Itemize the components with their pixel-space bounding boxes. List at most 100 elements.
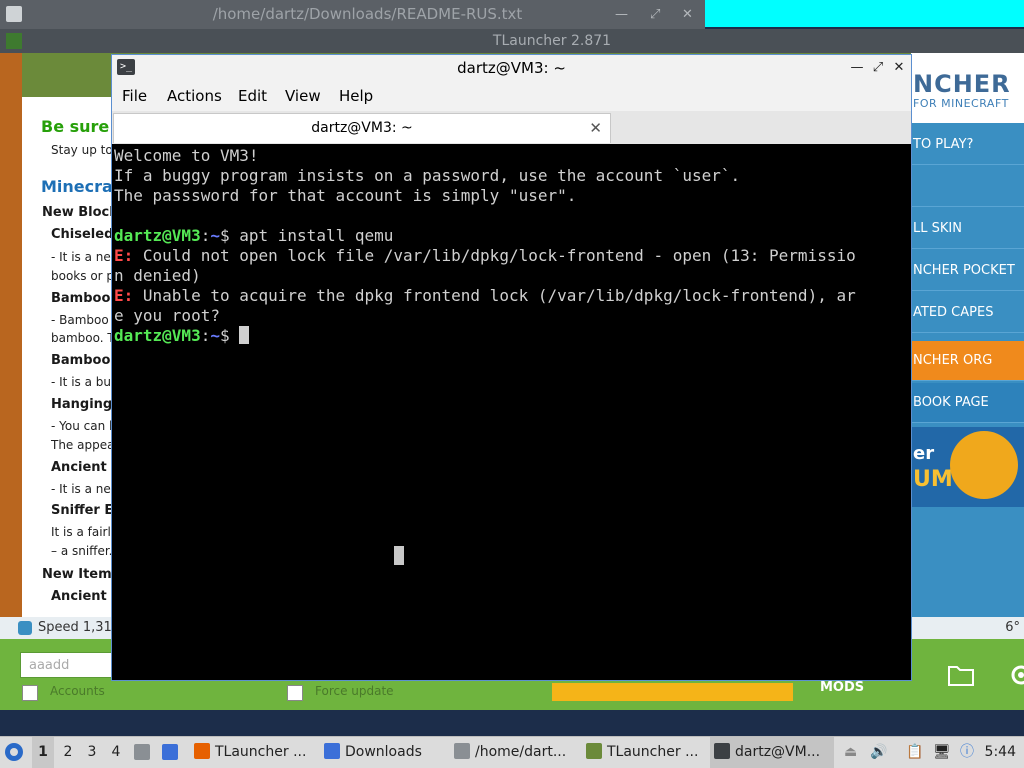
- workspace-3[interactable]: 3: [81, 737, 103, 768]
- promo-banner[interactable]: er UM: [911, 427, 1024, 507]
- taskbar-item-label: TLauncher ...: [215, 744, 307, 760]
- prompt-path: ~: [210, 226, 220, 245]
- terminal-window-title: dartz@VM3: ~: [457, 59, 566, 77]
- maximize-icon[interactable]: ⤢: [868, 55, 888, 81]
- download-speed: Speed 1,31: [38, 620, 112, 635]
- workspace-4[interactable]: 4: [105, 737, 127, 768]
- motd-line: Welcome to VM3!: [114, 146, 259, 165]
- text-editor-icon: [6, 6, 22, 22]
- taskbar-clock[interactable]: 5:44: [985, 737, 1016, 768]
- side-menu-button[interactable]: ATED CAPES: [911, 293, 1024, 333]
- eject-icon[interactable]: ⏏: [844, 737, 862, 768]
- folder-icon[interactable]: [948, 664, 974, 686]
- editor-window-title: /home/dartz/Downloads/README-RUS.txt: [212, 5, 523, 23]
- mouse-text-cursor: [394, 546, 404, 565]
- username-field[interactable]: aaadd: [20, 652, 114, 678]
- text-editor-icon: [454, 743, 470, 759]
- active-prompt-line: dartz@VM3:~$: [114, 326, 904, 346]
- news-line: Minecraf: [41, 177, 120, 196]
- clipboard-icon[interactable]: 📋: [906, 737, 926, 768]
- minimize-icon[interactable]: —: [847, 55, 867, 81]
- close-icon[interactable]: ✕: [682, 0, 693, 29]
- news-line: - It is a buil: [51, 375, 118, 389]
- news-line: - You can le: [51, 419, 120, 433]
- desktop-cyan-region: [705, 0, 1024, 27]
- file-manager-launcher-icon[interactable]: [134, 737, 156, 768]
- tlauncher-titlebar[interactable]: TLauncher 2.871: [0, 29, 1024, 53]
- speed-icon: [18, 621, 32, 635]
- show-desktop-icon[interactable]: [162, 737, 186, 768]
- terminal-icon: [714, 743, 730, 759]
- accounts-checkbox[interactable]: [22, 685, 38, 701]
- menu-view[interactable]: View: [285, 81, 321, 111]
- minimize-icon[interactable]: —: [615, 0, 628, 29]
- side-menu-button[interactable]: NCHER ORG: [911, 341, 1024, 381]
- gear-icon[interactable]: [1008, 662, 1024, 688]
- command-text: apt install qemu: [239, 226, 394, 245]
- workspace-1[interactable]: 1: [32, 737, 54, 768]
- prompt-sign: $: [219, 326, 240, 345]
- download-percent: 6°: [1005, 620, 1020, 635]
- taskbar-item-tlauncher[interactable]: TLauncher ...: [586, 737, 704, 768]
- side-menu-button[interactable]: TO PLAY?: [911, 125, 1024, 165]
- taskbar-item-downloads[interactable]: Downloads: [324, 737, 444, 768]
- menu-actions[interactable]: Actions: [167, 81, 222, 111]
- play-button[interactable]: [552, 683, 793, 701]
- close-icon[interactable]: ✕: [889, 55, 909, 81]
- workspace-2[interactable]: 2: [57, 737, 79, 768]
- taskbar-item-terminal[interactable]: dartz@VM...: [710, 737, 834, 768]
- tlauncher-logo-subtitle: FOR MINECRAFT: [913, 97, 1009, 110]
- news-line: – a sniffer.: [51, 544, 113, 558]
- terminal-menubar: File Actions Edit View Help: [112, 81, 911, 111]
- taskbar: 1 2 3 4 TLauncher ... Downloads /home/da…: [0, 736, 1024, 768]
- news-line: bamboo. T: [51, 331, 115, 345]
- terminal-tab[interactable]: dartz@VM3: ~ ✕: [113, 113, 611, 143]
- menu-help[interactable]: Help: [339, 81, 373, 111]
- tlauncher-news-panel[interactable]: Be sure t Stay up to Minecraf New Blocks Chi…: [22, 97, 122, 617]
- news-line: Bamboo I: [51, 353, 120, 368]
- maximize-icon[interactable]: ⤢: [650, 0, 660, 29]
- network-icon[interactable]: 🖥: [933, 737, 955, 768]
- terminal-output[interactable]: Welcome to VM3! If a buggy program insist…: [114, 146, 904, 676]
- motd-line: If a buggy program insists on a password…: [114, 166, 741, 185]
- taskbar-item-label: dartz@VM...: [735, 744, 821, 760]
- news-line: New Items: [42, 567, 120, 582]
- taskbar-item-label: Downloads: [345, 744, 422, 760]
- taskbar-item-readme[interactable]: /home/dart...: [454, 737, 578, 768]
- prompt-sign: $: [219, 226, 240, 245]
- minecraft-icon: [586, 743, 602, 759]
- start-menu-icon[interactable]: [4, 737, 28, 768]
- accounts-label: Accounts: [50, 684, 105, 698]
- side-menu-button[interactable]: NCHER POCKET: [911, 251, 1024, 291]
- error-message: Unable to acquire the dpkg frontend lock…: [133, 286, 856, 305]
- tab-close-icon[interactable]: ✕: [589, 114, 602, 142]
- error-message: Could not open lock file /var/lib/dpkg/l…: [133, 246, 856, 265]
- news-line: The appear: [51, 438, 120, 452]
- force-update-checkbox[interactable]: [287, 685, 303, 701]
- terminal-titlebar[interactable]: >_ dartz@VM3: ~ — ⤢ ✕: [112, 55, 911, 81]
- error-line: E: Could not open lock file /var/lib/dpk…: [114, 246, 904, 266]
- editor-window-titlebar[interactable]: /home/dartz/Downloads/README-RUS.txt — ⤢…: [0, 0, 705, 29]
- menu-file[interactable]: File: [122, 81, 147, 111]
- error-line: E: Unable to acquire the dpkg frontend l…: [114, 286, 904, 306]
- volume-icon[interactable]: 🔊: [870, 737, 890, 768]
- notification-icon[interactable]: ⓘ: [960, 737, 978, 768]
- force-update-label: Force update: [315, 684, 394, 698]
- taskbar-item-tlauncher-firefox[interactable]: TLauncher ...: [194, 737, 316, 768]
- side-menu-button[interactable]: LL SKIN: [911, 209, 1024, 249]
- prompt-user: dartz@VM3: [114, 326, 201, 345]
- promo-text: er: [913, 443, 935, 464]
- motd-line: The passsword for that account is simply…: [114, 186, 577, 205]
- side-menu-button[interactable]: [911, 167, 1024, 207]
- tlauncher-logo: NCHER: [913, 70, 1011, 98]
- mods-button[interactable]: MODS: [820, 680, 864, 695]
- error-line-wrap: n denied): [114, 266, 201, 285]
- tlauncher-background-art: [0, 53, 22, 618]
- terminal-tab-title: dartz@VM3: ~: [311, 120, 413, 136]
- menu-edit[interactable]: Edit: [238, 81, 267, 111]
- side-menu-button[interactable]: BOOK PAGE: [911, 383, 1024, 423]
- command-line: dartz@VM3:~$ apt install qemu: [114, 226, 394, 245]
- error-prefix: E:: [114, 246, 134, 265]
- terminal-cursor: [239, 326, 250, 344]
- desktop-strip: [0, 710, 1024, 736]
